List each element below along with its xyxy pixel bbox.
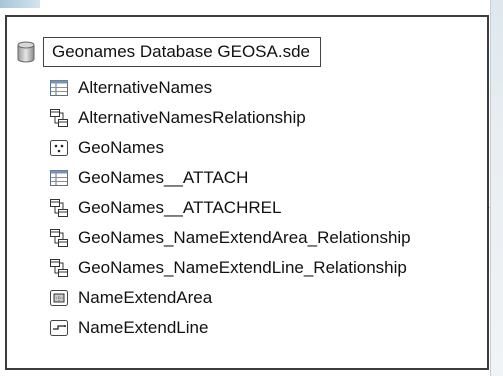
tree-item-geonames-attachrel[interactable]: GeoNames__ATTACHREL xyxy=(49,195,281,221)
tree-root-database[interactable]: Geonames Database GEOSA.sde xyxy=(17,37,321,67)
tree-item-label: GeoNames__ATTACHREL xyxy=(78,198,282,217)
table-icon xyxy=(49,78,69,98)
tree-item-label: NameExtendArea xyxy=(78,288,213,307)
tree-item-label: GeoNames_NameExtendLine_Relationship xyxy=(78,258,407,277)
tree-item-alternativenames[interactable]: AlternativeNames xyxy=(49,75,212,101)
point-feature-class-icon xyxy=(49,138,69,158)
tree-item-label: GeoNames xyxy=(78,138,164,157)
tree-item-nameextendarea[interactable]: NameExtendArea xyxy=(49,285,212,311)
line-feature-class-icon xyxy=(49,318,69,338)
background-side-bar xyxy=(490,0,503,376)
background-accent xyxy=(0,0,40,8)
tree-item-nameextendline[interactable]: NameExtendLine xyxy=(49,315,208,341)
tree-root-label[interactable]: Geonames Database GEOSA.sde xyxy=(43,37,321,67)
tree-item-geonames-attach[interactable]: GeoNames__ATTACH xyxy=(49,165,248,191)
tree-item-label: GeoNames_NameExtendArea_Relationship xyxy=(78,228,411,247)
catalog-tree-panel: Geonames Database GEOSA.sde AlternativeN… xyxy=(5,15,489,370)
table-icon xyxy=(49,168,69,188)
relationship-class-icon xyxy=(49,258,69,278)
relationship-class-icon xyxy=(49,108,69,128)
tree-item-label: AlternativeNames xyxy=(78,78,213,97)
tree-item-alternativenamesrelationship[interactable]: AlternativeNamesRelationship xyxy=(49,105,306,131)
tree-item-label: NameExtendLine xyxy=(78,318,209,337)
tree-item-geonames-nameextendline-relationship[interactable]: GeoNames_NameExtendLine_Relationship xyxy=(49,255,407,281)
tree-item-label: GeoNames__ATTACH xyxy=(78,168,249,187)
relationship-class-icon xyxy=(49,228,69,248)
database-icon xyxy=(17,41,35,63)
catalog-tree: Geonames Database GEOSA.sde AlternativeN… xyxy=(7,17,487,368)
polygon-feature-class-icon xyxy=(49,288,69,308)
tree-item-label: AlternativeNamesRelationship xyxy=(78,108,306,127)
tree-item-geonames[interactable]: GeoNames xyxy=(49,135,164,161)
tree-item-geonames-nameextendarea-relationship[interactable]: GeoNames_NameExtendArea_Relationship xyxy=(49,225,411,251)
relationship-class-icon xyxy=(49,198,69,218)
